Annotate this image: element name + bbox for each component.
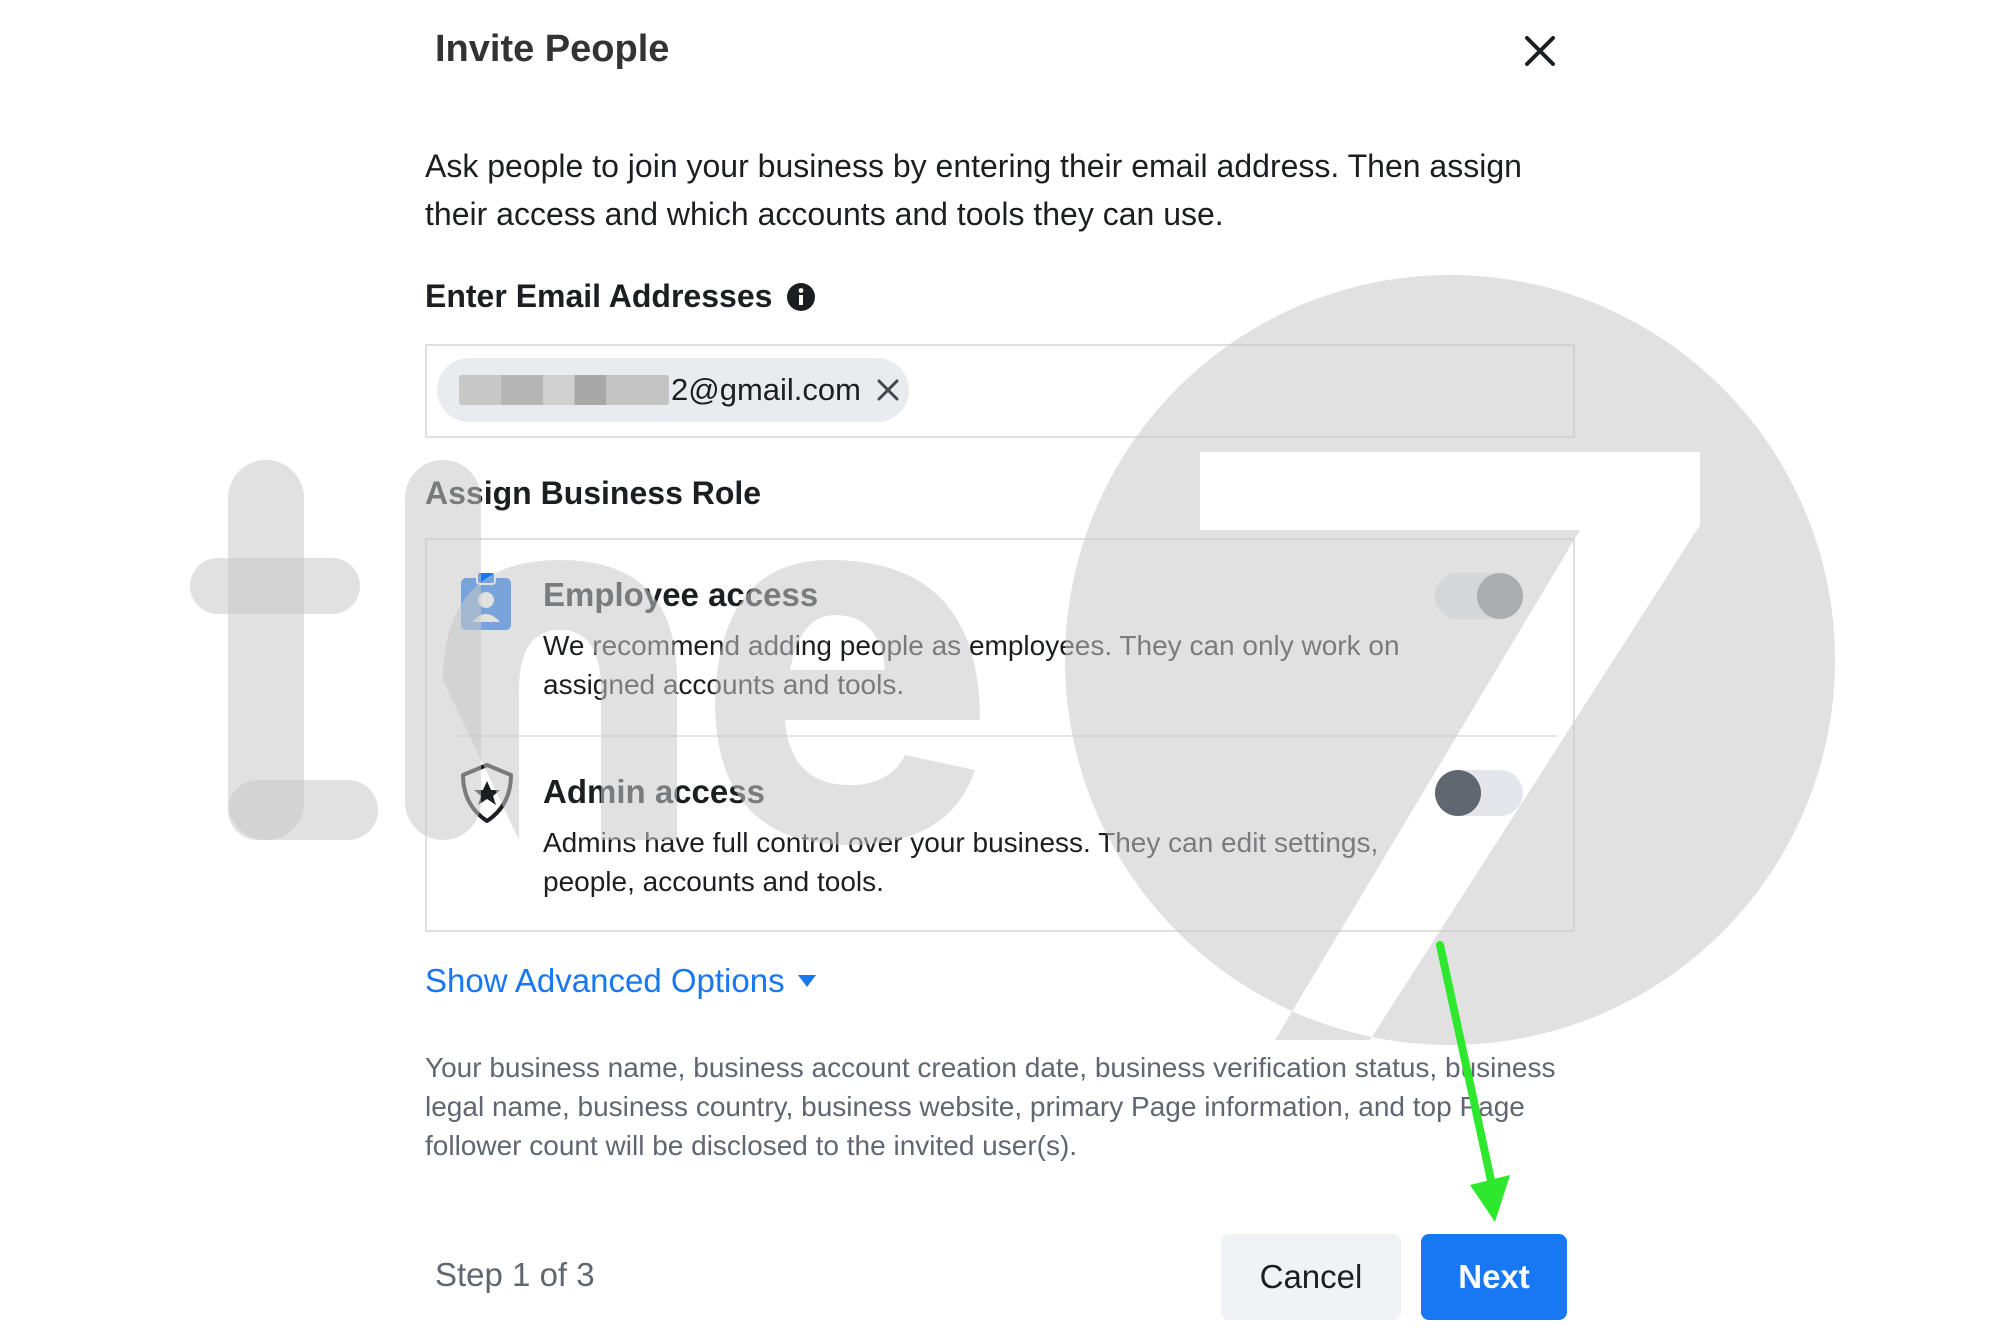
role-divider	[457, 735, 1557, 737]
toggle-knob	[1477, 573, 1523, 619]
dialog-title: Invite People	[435, 28, 670, 70]
show-advanced-options-link[interactable]: Show Advanced Options	[425, 962, 817, 1000]
caret-down-icon	[797, 975, 816, 987]
close-button[interactable]	[1515, 26, 1565, 76]
business-role-list: Employee access We recommend adding peop…	[425, 538, 1575, 932]
disclosure-text: Your business name, business account cre…	[425, 1052, 1556, 1161]
next-button[interactable]: Next	[1421, 1234, 1567, 1320]
invite-people-dialog: Invite People Ask people to join your bu…	[415, 0, 1595, 1333]
redacted-email-portion	[459, 375, 669, 405]
toggle-knob	[1435, 770, 1481, 816]
admin-access-toggle[interactable]	[1435, 770, 1523, 816]
remove-email-icon[interactable]	[875, 377, 901, 403]
admin-access-title: Admin access	[543, 773, 765, 810]
admin-access-description: Admins have full control over your busin…	[543, 827, 1379, 897]
employee-access-description: We recommend adding people as employees.…	[543, 630, 1400, 700]
step-indicator: Step 1 of 3	[435, 1256, 595, 1293]
intro-text: Ask people to join your business by ente…	[425, 148, 1522, 232]
email-chip-text: 2@gmail.com	[671, 372, 861, 407]
employee-access-toggle[interactable]	[1435, 573, 1523, 619]
close-icon	[1525, 36, 1555, 66]
employee-access-title: Employee access	[543, 576, 819, 613]
email-input-field[interactable]: 2@gmail.com	[425, 344, 1575, 438]
employee-badge-icon	[461, 571, 511, 630]
email-section-label: Enter Email Addresses	[425, 278, 816, 315]
info-icon[interactable]	[786, 282, 816, 312]
advanced-options-label: Show Advanced Options	[425, 962, 785, 999]
email-label-text: Enter Email Addresses	[425, 278, 773, 314]
email-chip: 2@gmail.com	[437, 358, 909, 422]
shield-star-icon	[461, 763, 513, 823]
role-section-label: Assign Business Role	[425, 475, 762, 511]
cancel-button[interactable]: Cancel	[1221, 1234, 1401, 1320]
